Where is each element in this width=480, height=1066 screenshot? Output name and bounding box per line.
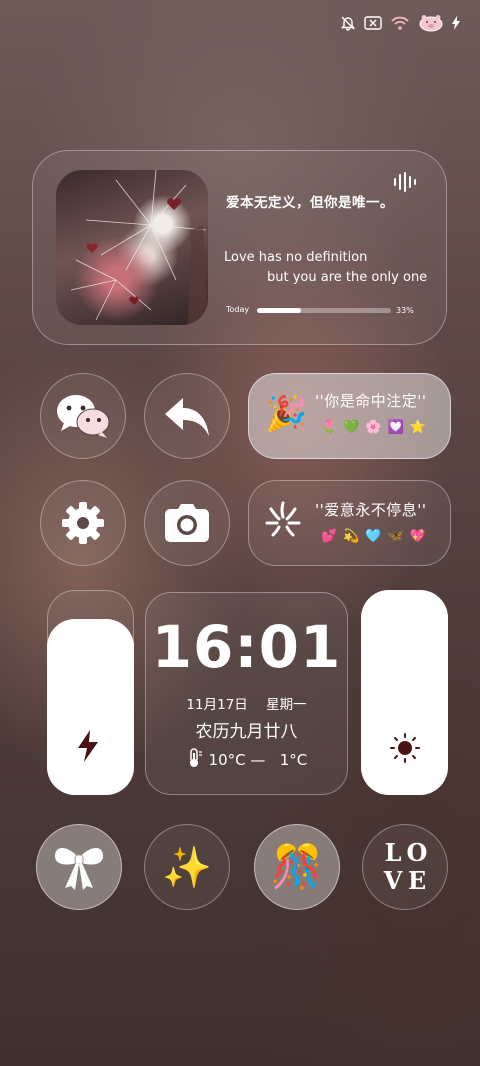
gear-icon (62, 502, 104, 544)
clock-date: 11月17日 (186, 697, 248, 713)
wechat-icon (57, 395, 110, 438)
pig-battery-icon (419, 15, 443, 32)
sparkling-heart-emoji: 💖 (409, 529, 426, 544)
mute-bell-icon (340, 16, 356, 31)
temperature-line: 10°C — 1°C (146, 748, 347, 769)
sparkle-burst-icon (265, 501, 301, 537)
heart-decoration-emoji: 💟 (387, 420, 404, 435)
lunar-date: 农历九月廿八 (195, 722, 298, 742)
sound-wave-icon (394, 172, 416, 192)
lightning-icon (78, 730, 98, 762)
quote-card-1[interactable]: 🎉 ''你是命中注定'' 🌷 💚 🌸 💟 ⭐ (248, 373, 451, 459)
progress-label: Today (226, 305, 250, 314)
letter-e: E (407, 866, 427, 895)
progress-fill (257, 308, 302, 313)
party-popper-icon: 🎉 (265, 394, 308, 434)
emoji-row-2: 💕 💫 🩵 🦋 💖 (321, 529, 426, 544)
lyric-english-line-2: but you are the only one (267, 270, 428, 285)
confetti-ball-icon: 🎊 (270, 842, 324, 891)
green-heart-emoji: 💚 (343, 420, 360, 435)
back-button[interactable] (144, 373, 230, 459)
quote-text-2: ''爱意永不停息'' (315, 501, 427, 519)
camera-icon (165, 504, 209, 542)
love-button[interactable]: L O V E (362, 824, 448, 910)
date-line: 11月17日 星期一 (146, 693, 347, 713)
quote-text-1: ''你是命中注定'' (315, 392, 427, 410)
letter-l: L (384, 838, 402, 867)
tulip-emoji: 🌷 (321, 420, 338, 435)
clock-weekday: 星期一 (266, 697, 307, 713)
light-blue-heart-emoji: 🩵 (365, 529, 382, 544)
clock-time: 16:01 (151, 613, 342, 681)
back-arrow-icon (165, 398, 209, 436)
thermometer-icon (189, 748, 202, 767)
letter-o: O (406, 838, 428, 867)
star-emoji: ⭐ (409, 420, 426, 435)
brightness-sun-icon (390, 733, 420, 763)
two-hearts-emoji: 💕 (321, 529, 338, 544)
dizzy-emoji: 💫 (343, 529, 360, 544)
settings-button[interactable] (40, 480, 126, 566)
no-sim-icon (364, 16, 382, 30)
confetti-button[interactable]: 🎊 (254, 824, 340, 910)
blossom-emoji: 🌸 (365, 420, 382, 435)
temp-low: 1°C (279, 751, 308, 769)
love-text: L O V E (381, 839, 429, 895)
quote-card-2[interactable]: ''爱意永不停息'' 💕 💫 🩵 🦋 💖 (248, 480, 451, 566)
fireworks-image (70, 170, 208, 325)
album-art[interactable] (56, 170, 208, 325)
butterfly-emoji: 🦋 (387, 529, 404, 544)
temp-dash: — (250, 751, 266, 769)
charging-bolt-icon (452, 16, 460, 30)
letter-v: V (383, 866, 403, 895)
sparkles-button[interactable]: ✨ (144, 824, 230, 910)
progress-percent: 33% (396, 306, 414, 315)
wechat-button[interactable] (40, 373, 126, 459)
progress-bar[interactable] (257, 308, 391, 313)
temp-high: 10°C (208, 751, 246, 769)
power-slider-fill (47, 619, 134, 795)
clock-widget[interactable]: 16:01 11月17日 星期一 农历九月廿八 10°C — 1°C (145, 592, 348, 795)
lyric-chinese: 爱本无定义，但你是唯一。 (226, 195, 394, 211)
bow-button[interactable] (36, 824, 122, 910)
wifi-icon (391, 16, 409, 30)
brightness-slider-fill (361, 590, 448, 795)
sparkles-icon: ✨ (162, 844, 212, 891)
camera-button[interactable] (144, 480, 230, 566)
emoji-row-1: 🌷 💚 🌸 💟 ⭐ (321, 420, 426, 435)
status-bar (340, 12, 460, 34)
lyric-english-line-1: Love has no definition (224, 250, 368, 265)
bow-icon (55, 847, 103, 890)
